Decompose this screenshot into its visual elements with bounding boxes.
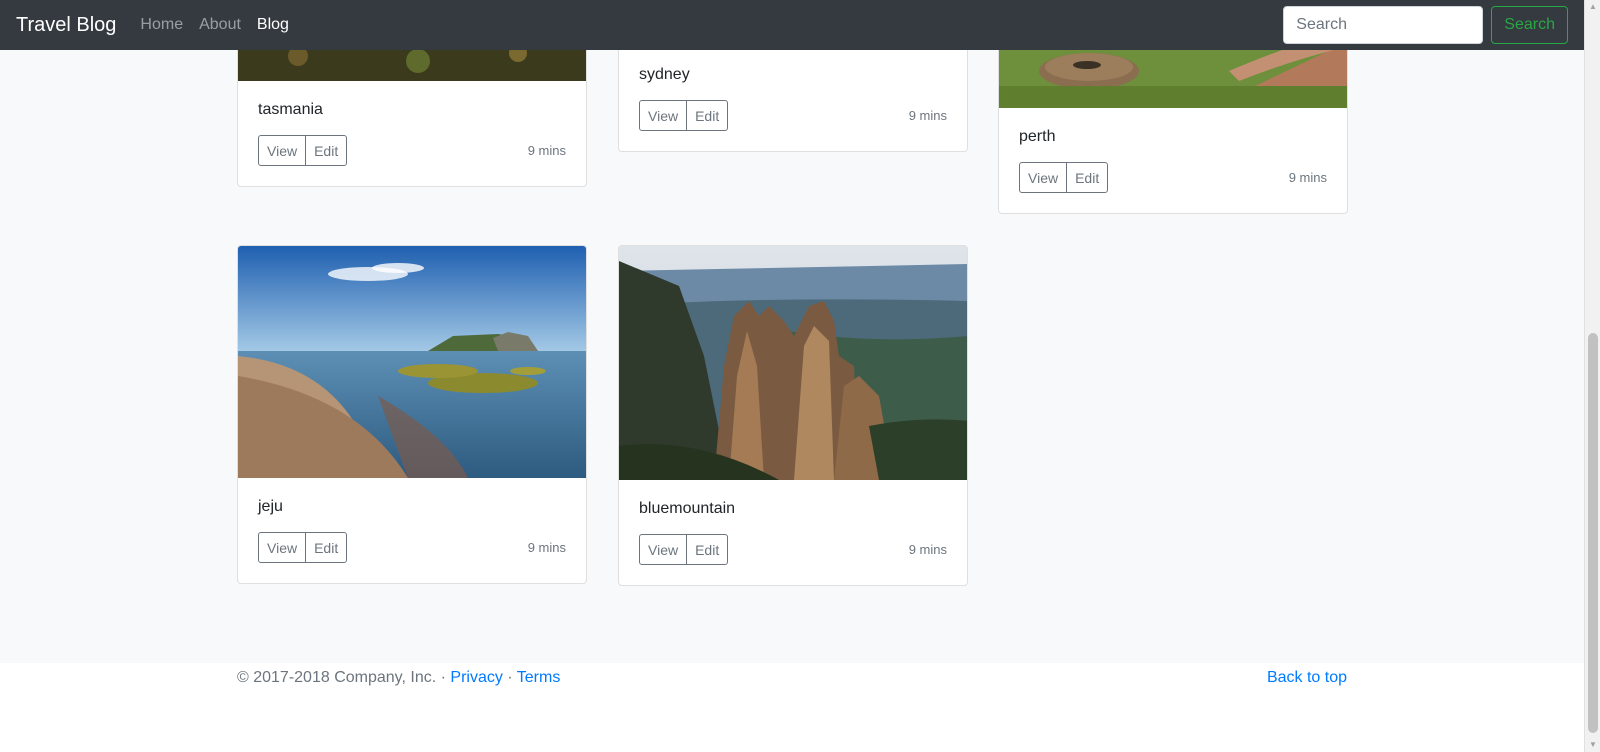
edit-button[interactable]: Edit [1066,162,1109,193]
bluemountain-image [619,246,967,480]
scroll-thumb[interactable] [1588,333,1598,733]
top-navbar: Travel Blog Home About Blog Search [0,0,1584,50]
card-title: jeju [258,498,283,515]
card-title: bluemountain [639,500,736,517]
edit-button[interactable]: Edit [686,100,729,131]
view-button[interactable]: View [258,532,307,563]
footer-separator: · [502,669,517,686]
card-button-group: View Edit [1019,162,1109,193]
card-title: sydney [639,66,690,83]
view-button[interactable]: View [1019,162,1068,193]
read-time: 9 mins [1288,170,1327,185]
back-to-top-link[interactable]: Back to top [1267,669,1347,687]
nav-blog-link[interactable]: Blog [257,16,289,34]
read-time: 9 mins [527,540,566,555]
edit-button[interactable]: Edit [305,135,348,166]
edit-button[interactable]: Edit [305,532,348,563]
copyright-text: © 2017-2018 Company, Inc. · [237,669,451,686]
read-time: 9 mins [527,143,566,158]
card-button-group: View Edit [258,532,348,563]
read-time: 9 mins [908,108,947,123]
terms-link[interactable]: Terms [517,669,561,686]
search-input[interactable] [1283,6,1484,44]
edit-button[interactable]: Edit [686,534,729,565]
privacy-link[interactable]: Privacy [450,669,502,686]
scroll-down-icon[interactable]: ▼ [1585,738,1600,752]
search-button[interactable]: Search [1491,6,1568,44]
card-button-group: View Edit [639,100,729,131]
view-button[interactable]: View [639,534,688,565]
nav-about-link[interactable]: About [199,16,241,34]
card-title: perth [1019,128,1056,145]
brand-link[interactable]: Travel Blog [16,14,116,37]
jeju-image [238,246,586,478]
card-button-group: View Edit [258,135,348,166]
view-button[interactable]: View [258,135,307,166]
view-button[interactable]: View [639,100,688,131]
blog-card-jeju: jeju View Edit 9 mins [237,245,587,584]
read-time: 9 mins [908,542,947,557]
card-button-group: View Edit [639,534,729,565]
card-title: tasmania [258,101,323,118]
blog-card-bluemountain: bluemountain View Edit 9 mins [618,245,968,586]
footer-left: © 2017-2018 Company, Inc. · Privacy · Te… [237,669,560,687]
scroll-up-icon[interactable]: ▲ [1585,0,1600,14]
nav-home-link[interactable]: Home [140,16,183,34]
page-scrollbar[interactable]: ▲ ▼ [1584,0,1600,752]
page-footer: © 2017-2018 Company, Inc. · Privacy · Te… [0,663,1584,752]
